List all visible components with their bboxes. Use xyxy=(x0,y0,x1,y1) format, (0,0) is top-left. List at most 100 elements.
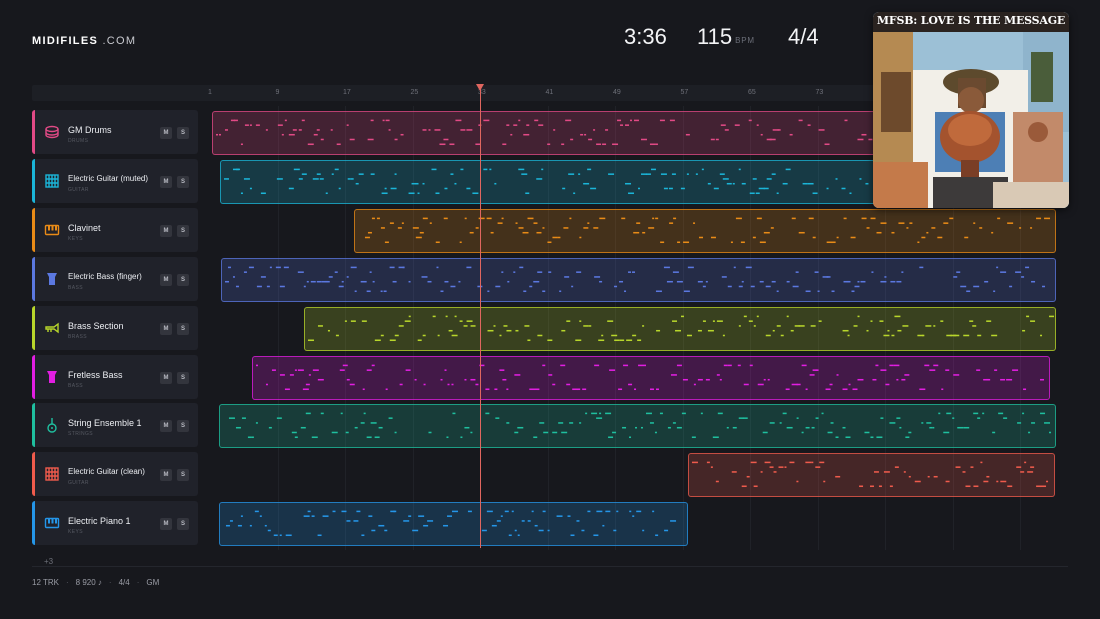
track-category: DRUMS xyxy=(68,138,89,144)
playhead[interactable] xyxy=(480,86,481,548)
track-row[interactable]: Electric Guitar (clean) GUITAR M S xyxy=(32,452,198,496)
mute-button[interactable]: M xyxy=(160,372,172,384)
track-name: Electric Bass (finger) xyxy=(68,272,142,281)
track-color-bar xyxy=(32,257,35,301)
more-tracks-indicator[interactable]: +3 xyxy=(44,557,53,566)
note-count: 8 920 ♪ xyxy=(75,578,102,587)
solo-button[interactable]: S xyxy=(177,127,189,139)
track-category: GUITAR xyxy=(68,187,89,193)
track-name: Electric Guitar (muted) xyxy=(68,174,149,183)
track-color-bar xyxy=(32,110,35,154)
ruler-tick: 17 xyxy=(343,89,351,96)
track-name: GM Drums xyxy=(68,125,112,135)
ruler-tick: 73 xyxy=(815,89,824,96)
bass-icon xyxy=(44,369,60,385)
footer-time-signature: 4/4 xyxy=(118,578,130,587)
track-name: Fretless Bass xyxy=(68,370,123,380)
track-category: GUITAR xyxy=(68,480,89,486)
trumpet-icon xyxy=(44,320,60,336)
keys-icon xyxy=(44,222,60,238)
separator-dot: · xyxy=(65,578,69,587)
track-name: Clavinet xyxy=(68,223,101,233)
track-name: Electric Guitar (clean) xyxy=(68,467,145,476)
solo-button[interactable]: S xyxy=(177,420,189,432)
ruler-tick: 41 xyxy=(545,89,554,96)
midi-clip[interactable] xyxy=(688,453,1055,497)
track-color-bar xyxy=(32,159,35,203)
midi-clip[interactable] xyxy=(221,258,1056,302)
solo-button[interactable]: S xyxy=(177,518,189,530)
track-category: BRASS xyxy=(68,334,87,340)
track-row[interactable]: Electric Guitar (muted) GUITAR M S xyxy=(32,159,198,203)
guitar-icon xyxy=(44,173,60,189)
track-row[interactable]: Electric Piano 1 KEYS M S xyxy=(32,501,198,545)
track-color-bar xyxy=(32,501,35,545)
midi-clip[interactable] xyxy=(219,404,1056,448)
ruler-tick: 57 xyxy=(680,89,689,96)
mute-button[interactable]: M xyxy=(160,518,172,530)
midi-clip[interactable] xyxy=(354,209,1056,253)
violin-icon xyxy=(44,417,60,433)
footer-stats: 12 TRK · 8 920 ♪ · 4/4 · GM xyxy=(32,578,159,587)
solo-button[interactable]: S xyxy=(177,176,189,188)
footer-divider xyxy=(32,566,1068,567)
guitar-icon xyxy=(44,466,60,482)
track-color-bar xyxy=(32,403,35,447)
ruler-tick: 49 xyxy=(613,89,621,96)
time-signature: 4/4 xyxy=(788,24,819,49)
track-row[interactable]: Fretless Bass BASS M S xyxy=(32,355,198,399)
ruler-tick: 25 xyxy=(410,89,419,96)
mute-button[interactable]: M xyxy=(160,274,172,286)
track-name: String Ensemble 1 xyxy=(68,418,142,428)
solo-button[interactable]: S xyxy=(177,323,189,335)
album-title: MFSB: LOVE IS THE MESSAGE xyxy=(876,14,1066,27)
midi-standard: GM xyxy=(146,578,160,587)
midi-clip[interactable] xyxy=(252,356,1050,400)
track-category: KEYS xyxy=(68,529,83,535)
track-row[interactable]: Clavinet KEYS M S xyxy=(32,208,198,252)
ruler-tick: 1 xyxy=(208,89,212,96)
midi-clip[interactable] xyxy=(304,307,1056,351)
track-row[interactable]: String Ensemble 1 STRINGS M S xyxy=(32,403,198,447)
track-color-bar xyxy=(32,208,35,252)
mute-button[interactable]: M xyxy=(160,127,172,139)
site-logo[interactable]: MIDIFILES .COM xyxy=(32,35,136,47)
solo-button[interactable]: S xyxy=(177,274,189,286)
track-category: STRINGS xyxy=(68,431,94,437)
keys-icon xyxy=(44,515,60,531)
separator-dot: · xyxy=(136,578,140,587)
playhead-handle[interactable] xyxy=(476,84,484,91)
clip-notes xyxy=(307,315,1055,342)
tempo-display: 115 BPM xyxy=(697,24,755,50)
track-name: Electric Piano 1 xyxy=(68,516,131,526)
solo-button[interactable]: S xyxy=(177,469,189,481)
mute-button[interactable]: M xyxy=(160,225,172,237)
brand-tld: .COM xyxy=(102,35,137,47)
track-row[interactable]: Brass Section BRASS M S xyxy=(32,306,198,350)
midi-clip[interactable] xyxy=(219,502,688,546)
mute-button[interactable]: M xyxy=(160,420,172,432)
bass-icon xyxy=(44,271,60,287)
song-duration: 3:36 xyxy=(624,24,667,49)
solo-button[interactable]: S xyxy=(177,372,189,384)
brand-name: MIDIFILES xyxy=(32,35,99,47)
track-row[interactable]: GM Drums DRUMS M S xyxy=(32,110,198,154)
clip-notes xyxy=(225,510,677,537)
mute-button[interactable]: M xyxy=(160,469,172,481)
tempo-value: 115 xyxy=(697,24,733,49)
mute-button[interactable]: M xyxy=(160,323,172,335)
mute-button[interactable]: M xyxy=(160,176,172,188)
clip-notes xyxy=(364,217,1051,244)
drum-icon xyxy=(44,124,60,140)
track-row[interactable]: Electric Bass (finger) BASS M S xyxy=(32,257,198,301)
ruler-tick: 65 xyxy=(748,89,756,96)
solo-button[interactable]: S xyxy=(177,225,189,237)
album-art-illustration xyxy=(873,12,1069,208)
track-name: Brass Section xyxy=(68,321,124,331)
clip-notes xyxy=(255,364,1045,391)
track-count: 12 TRK xyxy=(32,578,59,587)
track-color-bar xyxy=(32,452,35,496)
track-category: BASS xyxy=(68,285,83,291)
separator-dot: · xyxy=(108,578,112,587)
clip-notes xyxy=(228,412,1052,439)
